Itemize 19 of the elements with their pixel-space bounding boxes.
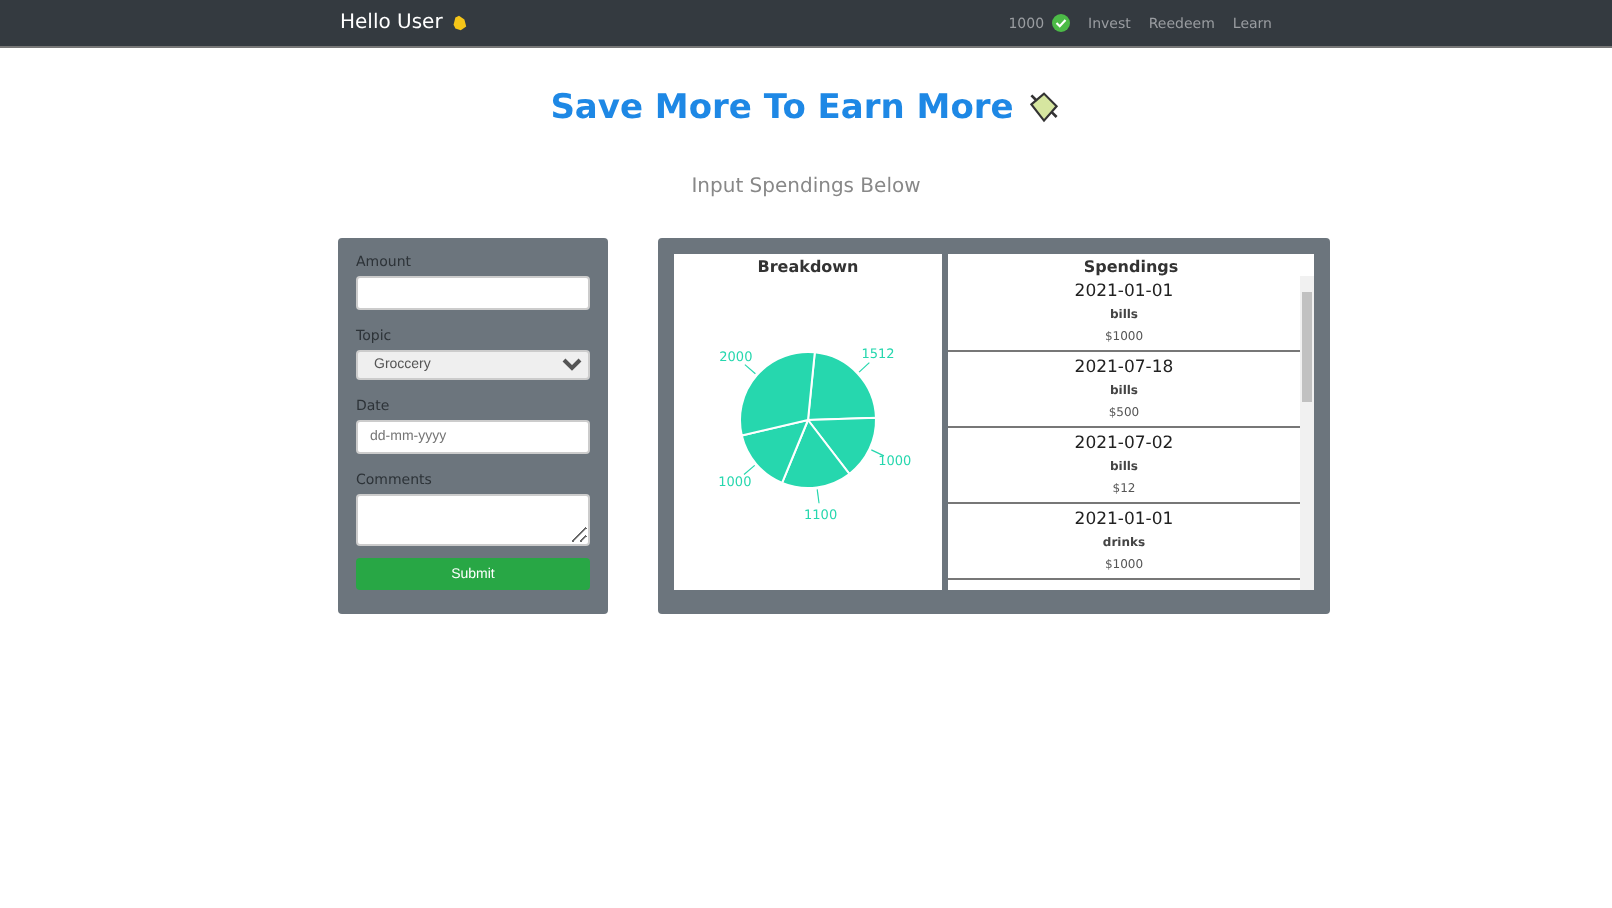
check-icon: [1052, 14, 1071, 32]
greeting: Hello User: [340, 12, 443, 34]
page-title: Save More To Earn More: [550, 88, 1014, 128]
leader-line: [743, 464, 756, 476]
comments-input[interactable]: [356, 494, 590, 546]
card-title: Breakdown: [757, 258, 859, 276]
spending-date: 2021-07-18: [1074, 356, 1174, 380]
subtitle: Input Spendings Below: [689, 176, 923, 198]
leader-line: [744, 363, 756, 375]
spending-date: 2021-07-02: [1074, 432, 1174, 456]
spending-date: 2021-01-01: [1074, 280, 1174, 304]
pie-slice: [781, 419, 851, 489]
card-title: Spendings: [1083, 258, 1179, 276]
leader-line: [870, 449, 885, 457]
leader-line: [816, 488, 820, 504]
scrollbar[interactable]: [1300, 276, 1314, 590]
amount-input[interactable]: [356, 276, 590, 310]
spending-date: 2021-01-01: [1074, 508, 1174, 532]
leader-line: [858, 362, 870, 373]
